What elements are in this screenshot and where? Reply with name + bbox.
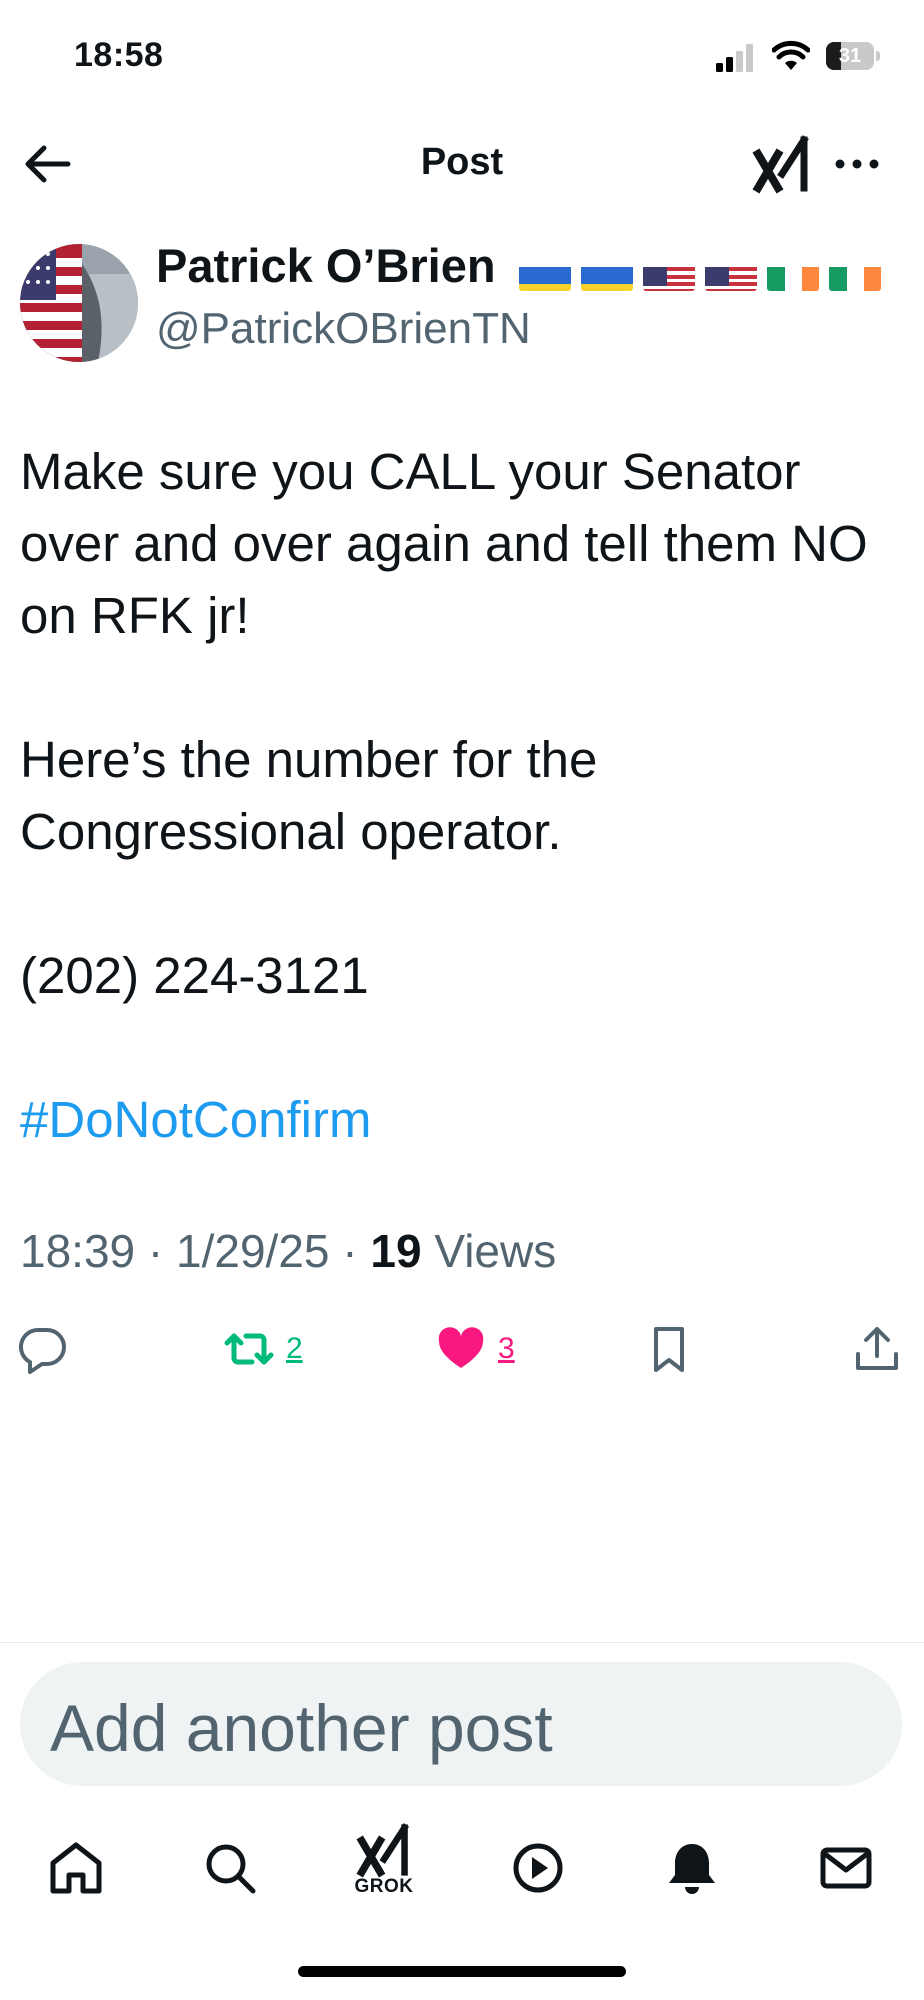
post-text: Make sure you CALL your Senator over and… [20, 443, 868, 1004]
share-icon [856, 1327, 898, 1370]
avatar[interactable] [20, 244, 138, 362]
ireland-flag-icon [828, 257, 881, 291]
battery-level: 31 [838, 45, 862, 67]
share-button[interactable] [852, 1322, 902, 1376]
reply-button[interactable] [18, 1322, 68, 1376]
bookmark-button[interactable] [644, 1322, 694, 1376]
add-post-input[interactable]: Add another post [20, 1662, 902, 1786]
bookmark-icon [654, 1327, 684, 1372]
tab-home[interactable] [38, 1830, 114, 1906]
usa-flag-icon [642, 257, 695, 291]
video-play-icon [513, 1843, 563, 1893]
tab-messages[interactable] [808, 1830, 884, 1906]
grok-icon [356, 1823, 410, 1878]
mail-icon [820, 1847, 872, 1889]
tab-video[interactable] [500, 1830, 576, 1906]
post-date: 1/29/25 [176, 1225, 330, 1277]
more-options-button[interactable] [832, 146, 882, 182]
bell-icon [669, 1844, 715, 1894]
grok-button[interactable] [752, 134, 812, 194]
status-time: 18:58 [74, 36, 164, 74]
composer-divider [0, 1642, 924, 1643]
repost-icon [224, 1333, 274, 1365]
hashtag-link[interactable]: #DoNotConfirm [20, 1090, 371, 1149]
avatar-image [20, 244, 138, 362]
signal-icon [716, 44, 753, 72]
views-label[interactable]: Views [434, 1225, 556, 1277]
author-name-text: Patrick O’Brien [156, 239, 496, 292]
meta-separator: · [147, 1225, 164, 1277]
meta-separator: · [342, 1225, 358, 1277]
home-icon [50, 1842, 102, 1894]
home-indicator[interactable] [298, 1966, 626, 1977]
usa-flag-icon [704, 257, 757, 291]
ukraine-flag-icon [580, 257, 633, 291]
reply-icon [18, 1327, 66, 1374]
tab-notifications[interactable] [654, 1830, 730, 1906]
author-flags [518, 242, 891, 297]
tab-grok[interactable]: GROK [346, 1822, 422, 1898]
post-time: 18:39 [20, 1225, 136, 1277]
grok-label: GROK [354, 1876, 414, 1897]
like-button[interactable]: 3 [436, 1322, 515, 1376]
search-icon [206, 1844, 256, 1894]
tab-search[interactable] [192, 1830, 268, 1906]
add-post-placeholder: Add another post [50, 1691, 553, 1765]
repost-button[interactable]: 2 [224, 1322, 303, 1376]
battery-icon: 31 [826, 42, 880, 72]
author-handle[interactable]: @PatrickOBrienTN [156, 304, 531, 354]
repost-count: 2 [286, 1332, 303, 1365]
grok-logo-icon [752, 135, 809, 194]
views-count: 19 [370, 1225, 422, 1277]
more-horizontal-icon [835, 159, 879, 169]
like-count: 3 [498, 1332, 515, 1365]
ukraine-flag-icon [518, 257, 571, 291]
heart-icon [438, 1327, 484, 1368]
wifi-icon [772, 40, 810, 70]
post-meta: 18:39 · 1/29/25 · 19 Views [20, 1224, 556, 1278]
author-name[interactable]: Patrick O’Brien [156, 238, 891, 297]
ireland-flag-icon [766, 257, 819, 291]
